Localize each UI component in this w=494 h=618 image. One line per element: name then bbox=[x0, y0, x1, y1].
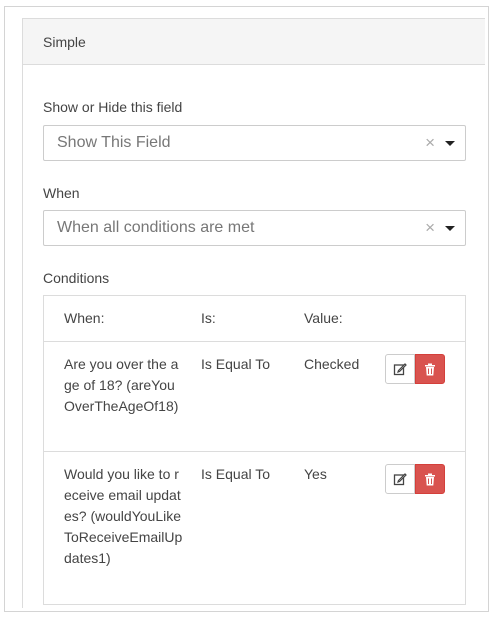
edit-icon bbox=[393, 363, 407, 376]
clear-icon[interactable]: × bbox=[425, 211, 435, 245]
table-row: Would you like to receive email updates?… bbox=[44, 452, 465, 604]
row-actions bbox=[385, 354, 445, 384]
caret-down-icon[interactable] bbox=[445, 141, 455, 146]
caret-down-icon[interactable] bbox=[445, 226, 455, 231]
show-hide-label: Show or Hide this field bbox=[43, 99, 183, 115]
condition-value: Yes bbox=[304, 466, 327, 482]
table-row: Are you over the age of 18? (areYouOverT… bbox=[44, 342, 465, 452]
delete-button[interactable] bbox=[415, 464, 445, 494]
trash-icon bbox=[425, 363, 435, 375]
when-label: When bbox=[43, 185, 80, 201]
edit-icon bbox=[393, 473, 407, 486]
show-hide-select[interactable]: Show This Field × bbox=[43, 125, 466, 161]
condition-value: Checked bbox=[304, 356, 360, 372]
condition-operator: Is Equal To bbox=[201, 356, 271, 372]
column-header-value: Value: bbox=[304, 310, 343, 326]
table-header-row: When: Is: Value: bbox=[44, 296, 465, 342]
panel-heading: Simple bbox=[23, 19, 485, 65]
delete-button[interactable] bbox=[415, 354, 445, 384]
trash-icon bbox=[425, 473, 435, 485]
row-actions bbox=[385, 464, 445, 494]
condition-field: Are you over the age of 18? (areYouOverT… bbox=[64, 356, 179, 414]
simple-conditional-panel: Simple Show or Hide this field Show This… bbox=[22, 18, 485, 608]
condition-operator: Is Equal To bbox=[201, 466, 271, 482]
column-header-when: When: bbox=[64, 310, 105, 326]
when-select-value: When all conditions are met bbox=[57, 219, 255, 236]
show-hide-select-value: Show This Field bbox=[57, 134, 171, 151]
column-header-is: Is: bbox=[201, 310, 216, 326]
edit-button[interactable] bbox=[385, 354, 415, 384]
condition-field: Would you like to receive email updates?… bbox=[64, 466, 183, 566]
conditions-label: Conditions bbox=[43, 270, 110, 286]
edit-button[interactable] bbox=[385, 464, 415, 494]
clear-icon[interactable]: × bbox=[425, 126, 435, 160]
when-select[interactable]: When all conditions are met × bbox=[43, 210, 466, 246]
conditions-table: When: Is: Value: Are you over the age of… bbox=[43, 295, 466, 605]
